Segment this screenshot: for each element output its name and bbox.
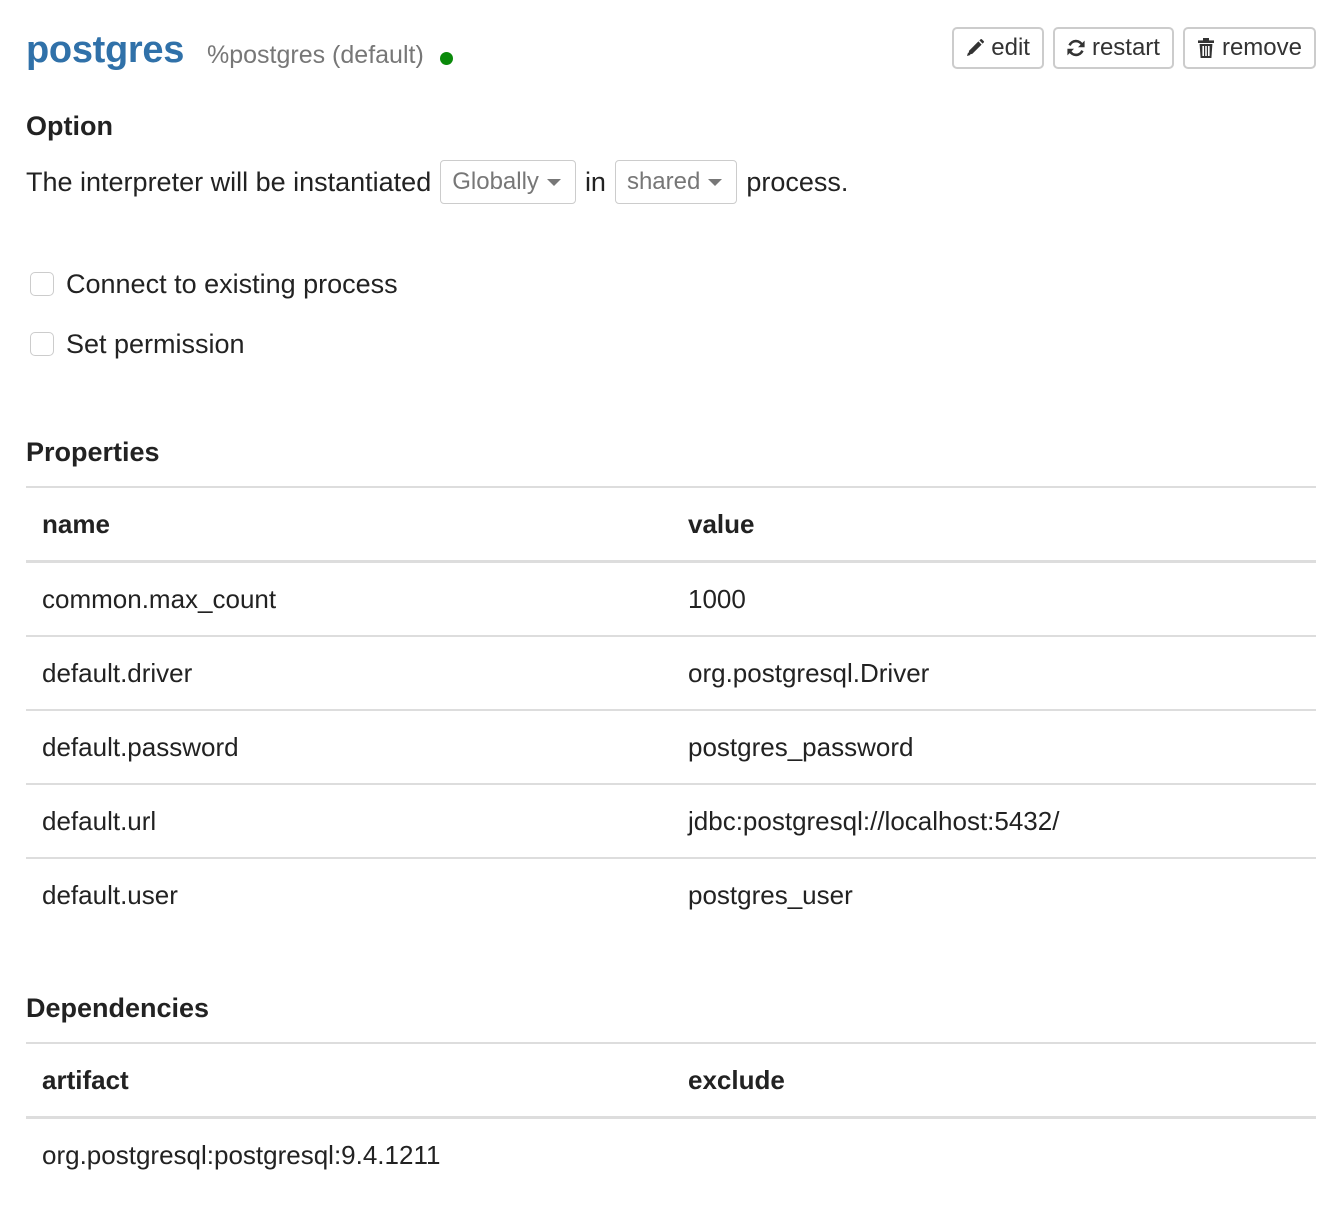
interpreter-panel: postgres %postgres (default) edit restar… — [26, 0, 1316, 1170]
table-header-row: name value — [26, 486, 1316, 563]
property-value: postgres_password — [672, 709, 1316, 784]
remove-button[interactable]: remove — [1182, 27, 1316, 69]
properties-title: Properties — [26, 437, 160, 467]
dependencies-table: artifact exclude org.postgresql:postgres… — [26, 1042, 1316, 1191]
edit-label: edit — [991, 34, 1030, 61]
dependency-exclude — [672, 1118, 1316, 1192]
status-indicator — [440, 52, 453, 65]
table-row: default.password postgres_password — [26, 709, 1316, 784]
column-header-name: name — [26, 486, 672, 563]
scope-select[interactable]: Globally — [440, 160, 576, 204]
pencil-icon — [965, 37, 985, 59]
connect-existing-option[interactable]: Connect to existing process — [30, 268, 398, 300]
option-title: Option — [26, 111, 113, 141]
option-sentence-middle: in — [584, 166, 606, 197]
table-header-row: artifact exclude — [26, 1042, 1316, 1119]
dependencies-title: Dependencies — [26, 993, 210, 1023]
interpreter-header: postgres %postgres (default) edit restar… — [26, 0, 1316, 96]
connect-existing-label: Connect to existing process — [66, 268, 398, 299]
property-value: postgres_user — [672, 857, 1316, 931]
property-value: org.postgresql.Driver — [672, 635, 1316, 710]
option-sentence-suffix: process. — [746, 166, 849, 197]
table-row: default.url jdbc:postgresql://localhost:… — [26, 783, 1316, 858]
property-name: default.url — [26, 783, 672, 858]
refresh-icon — [1066, 37, 1086, 59]
edit-button[interactable]: edit — [952, 27, 1044, 69]
interpreter-subtitle: %postgres (default) — [207, 41, 424, 69]
process-select-value: shared — [626, 168, 701, 195]
instantiation-option: The interpreter will be instantiated Glo… — [26, 160, 848, 204]
trash-icon — [1196, 37, 1216, 59]
interpreter-name: postgres — [26, 29, 185, 71]
property-name: default.driver — [26, 635, 672, 710]
column-header-artifact: artifact — [26, 1042, 672, 1119]
table-row: default.user postgres_user — [26, 857, 1316, 931]
property-value: jdbc:postgresql://localhost:5432/ — [672, 783, 1316, 858]
set-permission-checkbox[interactable] — [30, 332, 54, 356]
set-permission-option[interactable]: Set permission — [30, 328, 245, 360]
restart-label: restart — [1091, 34, 1160, 61]
properties-table: name value common.max_count 1000 default… — [26, 486, 1316, 931]
option-sentence-prefix: The interpreter will be instantiated — [26, 166, 432, 197]
chevron-down-icon — [708, 178, 723, 186]
table-row: default.driver org.postgresql.Driver — [26, 635, 1316, 710]
table-row: org.postgresql:postgresql:9.4.1211 — [26, 1118, 1316, 1192]
property-value: 1000 — [688, 583, 746, 614]
property-name: default.user — [26, 857, 672, 931]
remove-label: remove — [1221, 34, 1302, 61]
column-header-exclude: exclude — [672, 1042, 1316, 1119]
scope-select-value: Globally — [452, 168, 539, 195]
connect-existing-checkbox[interactable] — [30, 272, 54, 296]
process-select[interactable]: shared — [614, 160, 738, 204]
property-name: common.max_count — [42, 583, 277, 614]
set-permission-label: Set permission — [66, 328, 245, 359]
interpreter-actions: edit restart remove — [952, 27, 1316, 69]
restart-button[interactable]: restart — [1052, 27, 1174, 69]
property-name: default.password — [26, 709, 672, 784]
table-row: common.max_count 1000 — [26, 562, 1316, 637]
column-header-value: value — [672, 486, 1316, 563]
chevron-down-icon — [546, 178, 561, 186]
dependency-artifact: org.postgresql:postgresql:9.4.1211 — [42, 1139, 441, 1170]
